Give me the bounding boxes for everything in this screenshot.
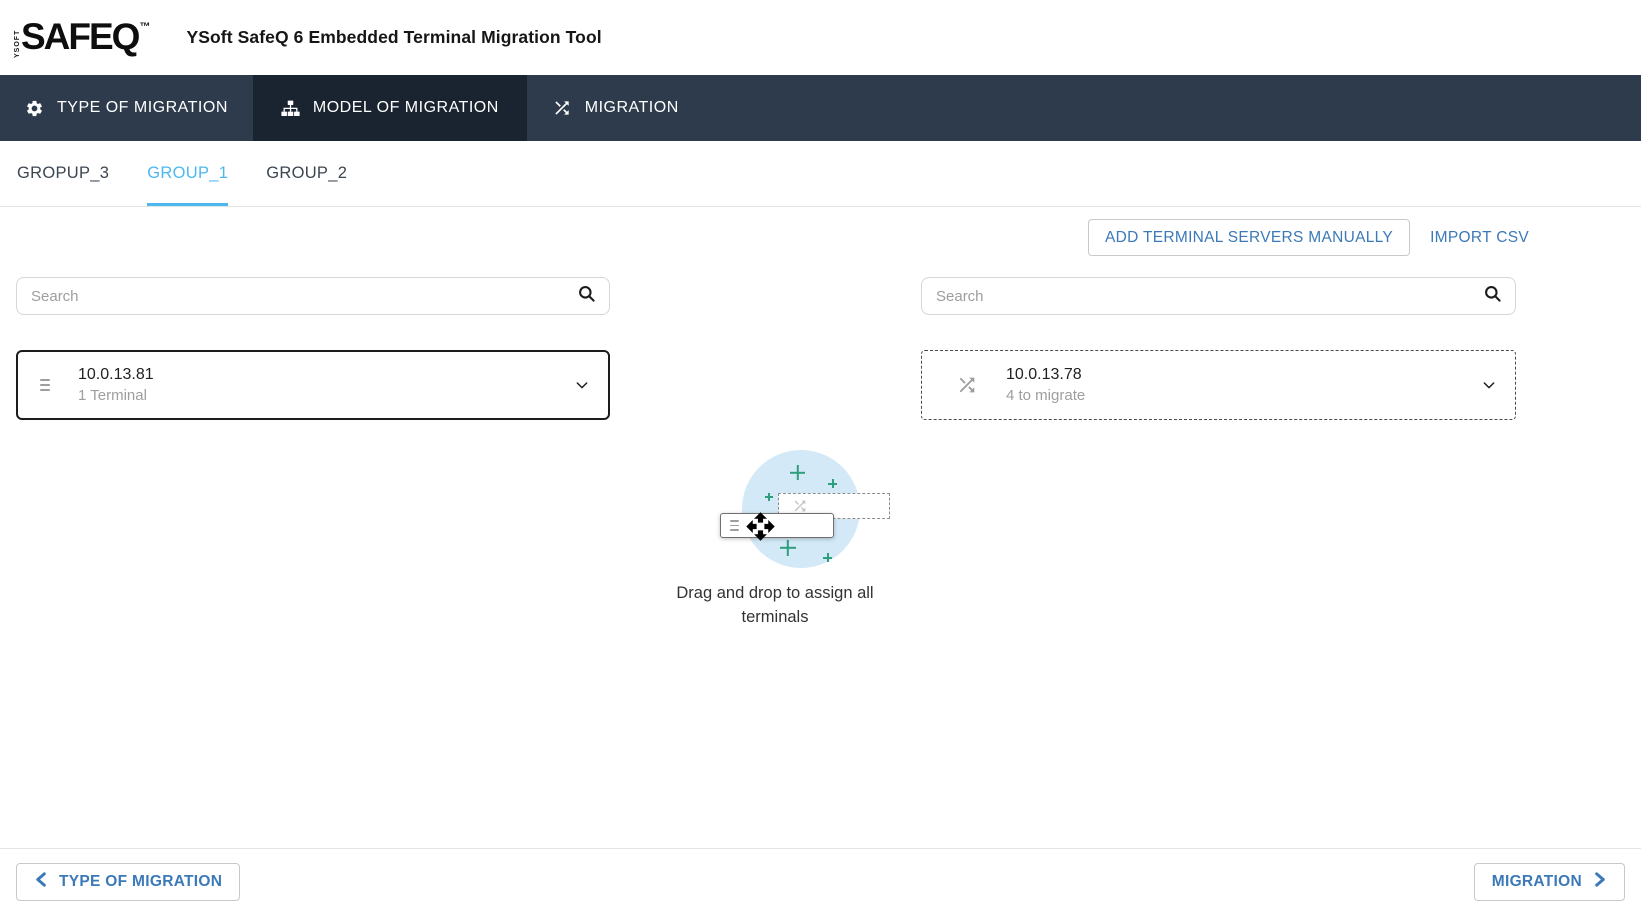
- app-header: YSOFT SAFEQ ™ YSoft SafeQ 6 Embedded Ter…: [0, 0, 1641, 75]
- nav-tab-label: MIGRATION: [585, 99, 679, 117]
- main-content: ADD TERMINAL SERVERS MANUALLY IMPORT CSV…: [0, 207, 1641, 848]
- chevron-right-icon: [1592, 872, 1607, 892]
- group-tab-gropup-3[interactable]: GROPUP_3: [17, 141, 109, 206]
- next-button-label: MIGRATION: [1492, 873, 1582, 891]
- nav-tab-label: MODEL OF MIGRATION: [313, 99, 499, 117]
- source-server-subtitle: 1 Terminal: [78, 387, 154, 404]
- source-server-ip: 10.0.13.81: [78, 366, 154, 384]
- nav-tab-migration[interactable]: MIGRATION: [527, 75, 704, 141]
- source-search-input[interactable]: [17, 278, 609, 314]
- actions-toolbar: ADD TERMINAL SERVERS MANUALLY IMPORT CSV: [1088, 219, 1529, 256]
- source-search-box: [16, 277, 610, 315]
- target-server-card[interactable]: 10.0.13.78 4 to migrate: [921, 350, 1516, 420]
- plus-icon: [765, 493, 773, 501]
- main-navbar: TYPE OF MIGRATION MODEL OF MIGRATION MIG…: [0, 75, 1641, 141]
- drag-drop-hint-line2: terminals: [650, 606, 900, 630]
- logo-vertical-text: YSOFT: [14, 22, 21, 58]
- back-button-label: TYPE OF MIGRATION: [59, 873, 222, 891]
- search-icon[interactable]: [1483, 284, 1502, 308]
- chevron-down-icon[interactable]: [1481, 377, 1497, 393]
- sitemap-icon: [281, 99, 300, 118]
- next-migration-button[interactable]: MIGRATION: [1474, 863, 1625, 901]
- plus-icon: [828, 479, 837, 488]
- plus-icon: [780, 540, 796, 556]
- chevron-down-icon[interactable]: [574, 377, 590, 393]
- target-server-subtitle: 4 to migrate: [1006, 387, 1085, 404]
- page-title: YSoft SafeQ 6 Embedded Terminal Migratio…: [186, 27, 601, 48]
- group-tab-bar: GROPUP_3 GROUP_1 GROUP_2: [0, 141, 1641, 207]
- chevron-left-icon: [34, 872, 49, 892]
- gear-icon: [25, 99, 44, 118]
- drag-drop-hint: Drag and drop to assign all terminals: [650, 582, 900, 630]
- target-search-input[interactable]: [922, 278, 1515, 314]
- wizard-footer: TYPE OF MIGRATION MIGRATION: [0, 848, 1641, 915]
- group-tab-group-1[interactable]: GROUP_1: [147, 141, 228, 206]
- group-tab-group-2[interactable]: GROUP_2: [266, 141, 347, 206]
- import-csv-button[interactable]: IMPORT CSV: [1430, 229, 1529, 247]
- drag-handle-icon[interactable]: [40, 379, 50, 391]
- search-icon[interactable]: [577, 284, 596, 308]
- logo-trademark: ™: [139, 21, 150, 33]
- shuffle-icon: [792, 498, 808, 514]
- shuffle-icon: [552, 98, 572, 118]
- logo-text: SAFEQ: [21, 16, 138, 59]
- nav-tab-model-of-migration[interactable]: MODEL OF MIGRATION: [253, 75, 527, 141]
- add-terminal-servers-button[interactable]: ADD TERMINAL SERVERS MANUALLY: [1088, 219, 1410, 256]
- plus-icon: [823, 553, 832, 562]
- shuffle-icon: [956, 374, 978, 396]
- source-server-card[interactable]: 10.0.13.81 1 Terminal: [16, 350, 610, 420]
- drag-drop-illustration: [650, 448, 900, 578]
- back-type-of-migration-button[interactable]: TYPE OF MIGRATION: [16, 863, 240, 901]
- dragged-item: [720, 513, 834, 538]
- drag-handle-icon: [730, 520, 739, 530]
- target-search-box: [921, 277, 1516, 315]
- move-cursor-icon: [745, 511, 776, 547]
- target-server-ip: 10.0.13.78: [1006, 366, 1085, 384]
- safeq-logo: YSOFT SAFEQ ™: [14, 16, 150, 59]
- drag-drop-hint-line1: Drag and drop to assign all: [650, 582, 900, 606]
- nav-tab-label: TYPE OF MIGRATION: [57, 99, 228, 117]
- plus-icon: [790, 465, 805, 480]
- nav-tab-type-of-migration[interactable]: TYPE OF MIGRATION: [0, 75, 253, 141]
